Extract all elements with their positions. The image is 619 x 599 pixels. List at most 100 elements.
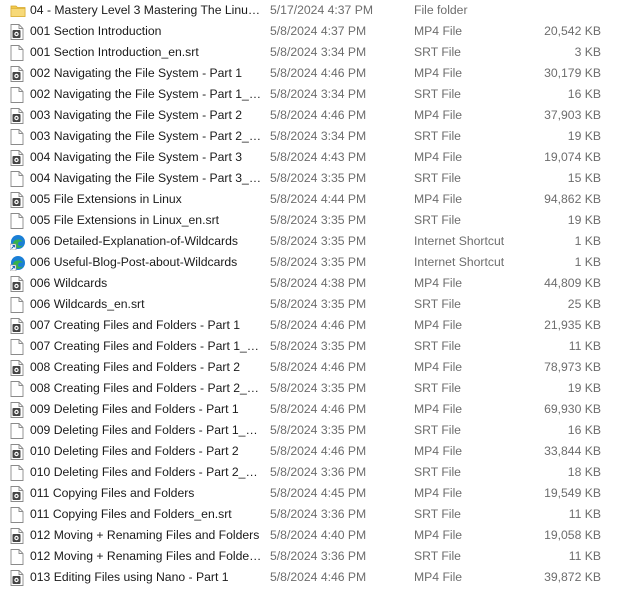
file-row[interactable]: 004 Navigating the File System - Part 3 5… xyxy=(0,147,619,168)
file-row[interactable]: 001 Section Introduction_en.srt 5/8/2024 … xyxy=(0,42,619,63)
date-modified: 5/8/2024 3:34 PM xyxy=(270,45,367,59)
file-row[interactable]: 009 Deleting Files and Folders - Part 1 5… xyxy=(0,399,619,420)
file-type: MP4 File xyxy=(414,276,463,290)
file-name[interactable]: 012 Moving + Renaming Files and Folder..… xyxy=(30,546,262,567)
date-modified: 5/8/2024 3:35 PM xyxy=(270,339,367,353)
file-row[interactable]: 010 Deleting Files and Folders - Part 2 5… xyxy=(0,441,619,462)
video-file-icon xyxy=(10,192,24,208)
file-row[interactable]: 002 Navigating the File System - Part 1 5… xyxy=(0,63,619,84)
file-name[interactable]: 001 Section Introduction xyxy=(30,21,262,42)
file-name[interactable]: 007 Creating Files and Folders - Part 1_… xyxy=(30,336,262,357)
document-file-icon xyxy=(10,129,24,145)
file-name[interactable]: 001 Section Introduction_en.srt xyxy=(30,42,262,63)
file-name[interactable]: 013 Editing Files using Nano - Part 1 xyxy=(30,567,262,588)
file-type: MP4 File xyxy=(414,318,463,332)
file-name[interactable]: 005 File Extensions in Linux xyxy=(30,189,262,210)
date-modified: 5/8/2024 3:35 PM xyxy=(270,213,367,227)
file-size: 19,058 KB xyxy=(544,528,601,542)
file-row[interactable]: 001 Section Introduction 5/8/2024 4:37 PM… xyxy=(0,21,619,42)
file-name[interactable]: 006 Useful-Blog-Post-about-Wildcards xyxy=(30,252,262,273)
video-file-icon xyxy=(10,402,24,418)
file-name[interactable]: 008 Creating Files and Folders - Part 2_… xyxy=(30,378,262,399)
file-type: SRT File xyxy=(414,381,461,395)
file-type: File folder xyxy=(414,3,468,17)
document-file-icon xyxy=(10,339,24,355)
date-modified: 5/8/2024 4:37 PM xyxy=(270,24,367,38)
file-name[interactable]: 006 Detailed-Explanation-of-Wildcards xyxy=(30,231,262,252)
file-type: MP4 File xyxy=(414,24,463,38)
file-name[interactable]: 009 Deleting Files and Folders - Part 1_… xyxy=(30,420,262,441)
file-row[interactable]: 008 Creating Files and Folders - Part 2_… xyxy=(0,378,619,399)
file-type: MP4 File xyxy=(414,192,463,206)
file-name[interactable]: 004 Navigating the File System - Part 3_… xyxy=(30,168,262,189)
folder-row[interactable]: 04 - Mastery Level 3 Mastering The Linux… xyxy=(0,0,619,21)
file-type: Internet Shortcut xyxy=(414,234,505,248)
file-row[interactable]: 010 Deleting Files and Folders - Part 2_… xyxy=(0,462,619,483)
document-file-icon xyxy=(10,87,24,103)
video-file-icon xyxy=(10,486,24,502)
file-name[interactable]: 009 Deleting Files and Folders - Part 1 xyxy=(30,399,262,420)
file-type: Internet Shortcut xyxy=(414,255,505,269)
date-modified: 5/8/2024 4:46 PM xyxy=(270,360,367,374)
file-row[interactable]: 011 Copying Files and Folders_en.srt 5/8/… xyxy=(0,504,619,525)
file-row[interactable]: 006 Wildcards_en.srt 5/8/2024 3:35 PM SRT … xyxy=(0,294,619,315)
file-row[interactable]: 003 Navigating the File System - Part 2 5… xyxy=(0,105,619,126)
file-row[interactable]: 013 Editing Files using Nano - Part 1 5/8… xyxy=(0,567,619,588)
file-row[interactable]: 006 Wildcards 5/8/2024 4:38 PM MP4 File 44,… xyxy=(0,273,619,294)
file-row[interactable]: 003 Navigating the File System - Part 2_… xyxy=(0,126,619,147)
file-row[interactable]: 005 File Extensions in Linux 5/8/2024 4:4… xyxy=(0,189,619,210)
date-modified: 5/8/2024 3:36 PM xyxy=(270,549,367,563)
file-size: 19 KB xyxy=(567,213,601,227)
date-modified: 5/8/2024 4:38 PM xyxy=(270,276,367,290)
date-modified: 5/8/2024 4:46 PM xyxy=(270,402,367,416)
file-row[interactable]: 004 Navigating the File System - Part 3_… xyxy=(0,168,619,189)
file-name[interactable]: 003 Navigating the File System - Part 2_… xyxy=(30,126,262,147)
file-size: 15 KB xyxy=(567,171,601,185)
file-row[interactable]: 006 Detailed-Explanation-of-Wildcards 5/8… xyxy=(0,231,619,252)
file-size: 16 KB xyxy=(567,423,601,437)
file-row[interactable]: 006 Useful-Blog-Post-about-Wildcards 5/8/… xyxy=(0,252,619,273)
file-name[interactable]: 012 Moving + Renaming Files and Folders xyxy=(30,525,262,546)
file-list: 04 - Mastery Level 3 Mastering The Linux… xyxy=(0,0,619,588)
file-type: MP4 File xyxy=(414,528,463,542)
file-row[interactable]: 007 Creating Files and Folders - Part 1_… xyxy=(0,336,619,357)
file-row[interactable]: 007 Creating Files and Folders - Part 1 5… xyxy=(0,315,619,336)
file-name[interactable]: 006 Wildcards_en.srt xyxy=(30,294,262,315)
file-name[interactable]: 008 Creating Files and Folders - Part 2 xyxy=(30,357,262,378)
file-name[interactable]: 003 Navigating the File System - Part 2 xyxy=(30,105,262,126)
file-row[interactable]: 012 Moving + Renaming Files and Folders 5… xyxy=(0,525,619,546)
file-type: MP4 File xyxy=(414,402,463,416)
file-type: MP4 File xyxy=(414,108,463,122)
file-name[interactable]: 007 Creating Files and Folders - Part 1 xyxy=(30,315,262,336)
file-row[interactable]: 008 Creating Files and Folders - Part 2 5… xyxy=(0,357,619,378)
file-size: 1 KB xyxy=(574,255,601,269)
file-type: MP4 File xyxy=(414,570,463,584)
file-name[interactable]: 011 Copying Files and Folders_en.srt xyxy=(30,504,262,525)
file-name[interactable]: 006 Wildcards xyxy=(30,273,262,294)
file-row[interactable]: 012 Moving + Renaming Files and Folder..… xyxy=(0,546,619,567)
file-row[interactable]: 005 File Extensions in Linux_en.srt 5/8/2… xyxy=(0,210,619,231)
file-size: 11 KB xyxy=(568,339,601,353)
file-name[interactable]: 002 Navigating the File System - Part 1 xyxy=(30,63,262,84)
file-size: 19,549 KB xyxy=(544,486,601,500)
file-size: 33,844 KB xyxy=(544,444,601,458)
file-size: 3 KB xyxy=(574,45,601,59)
document-file-icon xyxy=(10,381,24,397)
video-file-icon xyxy=(10,528,24,544)
file-type: SRT File xyxy=(414,297,461,311)
file-size: 18 KB xyxy=(567,465,601,479)
file-name[interactable]: 010 Deleting Files and Folders - Part 2_… xyxy=(30,462,262,483)
document-file-icon xyxy=(10,465,24,481)
file-row[interactable]: 002 Navigating the File System - Part 1_… xyxy=(0,84,619,105)
file-name[interactable]: 004 Navigating the File System - Part 3 xyxy=(30,147,262,168)
file-name[interactable]: 011 Copying Files and Folders xyxy=(30,483,262,504)
file-row[interactable]: 009 Deleting Files and Folders - Part 1_… xyxy=(0,420,619,441)
file-name[interactable]: 002 Navigating the File System - Part 1_… xyxy=(30,84,262,105)
date-modified: 5/8/2024 3:34 PM xyxy=(270,87,367,101)
date-modified: 5/8/2024 3:35 PM xyxy=(270,255,367,269)
file-type: SRT File xyxy=(414,339,461,353)
file-row[interactable]: 011 Copying Files and Folders 5/8/2024 4:… xyxy=(0,483,619,504)
file-name[interactable]: 04 - Mastery Level 3 Mastering The Linux… xyxy=(30,0,262,21)
file-name[interactable]: 010 Deleting Files and Folders - Part 2 xyxy=(30,441,262,462)
file-name[interactable]: 005 File Extensions in Linux_en.srt xyxy=(30,210,262,231)
